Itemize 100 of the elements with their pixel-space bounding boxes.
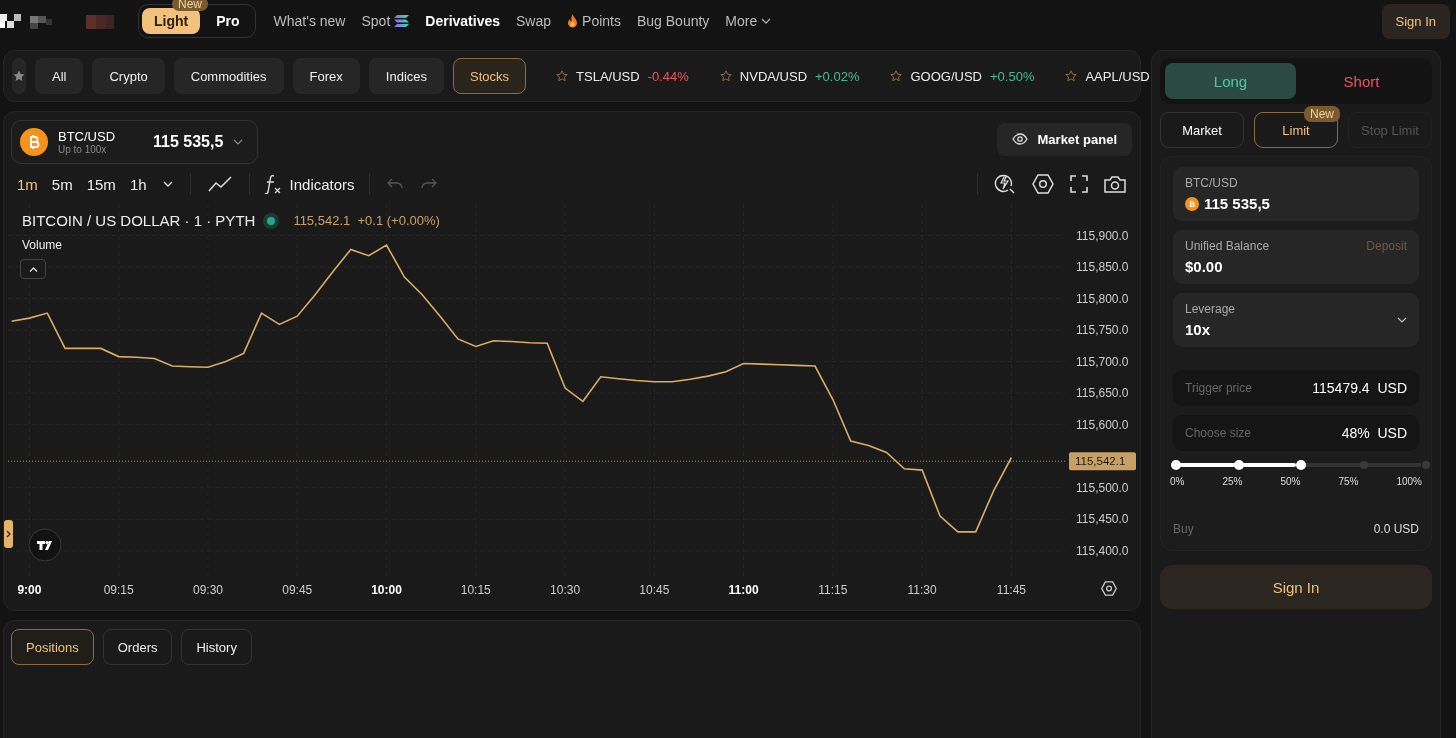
axis-label: 9:00 [17,583,42,597]
slider-mark-label: 25% [1222,476,1243,487]
nav-link[interactable]: Spot [353,13,418,29]
leverage-select[interactable]: Leverage 10x [1173,293,1419,347]
volume-label: Volume [22,238,63,252]
slider-mark-label: 50% [1280,476,1301,487]
chevron-icon [233,139,244,145]
balance-value: $0.00 [1185,258,1224,275]
axis-label: 115,450.0 [1076,512,1129,527]
axis-label: 115,650.0 [1076,386,1129,401]
axis-label: 10:45 [639,583,670,597]
panel-tab[interactable]: Positions [11,629,94,665]
pair-selector[interactable]: BTC/USD Up to 100x 115 535,5 [11,120,259,164]
bitcoin-icon [1185,196,1199,211]
axis-label: 09:30 [192,583,223,597]
axis-label: 115,700.0 [1076,354,1129,369]
category-chip[interactable]: All [35,58,84,94]
function-icon [263,174,282,194]
slider-mark-label: 0% [1170,476,1185,487]
category-chip[interactable]: Crypto [92,58,165,94]
size-field[interactable]: Choose size 48% USD [1173,415,1419,451]
slider-stop[interactable] [1422,461,1430,469]
nav-link[interactable]: What's new [265,13,354,29]
sign-in-button[interactable]: Sign In [1160,565,1432,609]
interval-button[interactable]: 1m [12,175,43,193]
new-badge: New [172,0,208,11]
axis-label: 09:45 [282,583,313,597]
interval-button[interactable]: 1h [124,175,152,193]
chevron-icon [761,18,772,24]
star-icon[interactable] [890,70,903,82]
star-icon[interactable] [556,70,569,82]
mode-option[interactable]: Light [142,8,201,34]
collapse-button[interactable] [20,259,46,279]
settings-icon[interactable] [1032,174,1054,194]
axis-label: 10:15 [460,583,491,597]
pair-field: BTC/USD 115 535,5 [1173,167,1419,221]
star-icon[interactable] [719,70,732,82]
sign-in-button[interactable]: Sign In [1381,3,1450,39]
ticker-symbol[interactable]: GOOG/USD [910,68,982,84]
favorites-button[interactable] [12,58,26,94]
trigger-price-field[interactable]: Trigger price 115479.4 USD [1173,370,1419,406]
axis-label: 115,850.0 [1076,260,1129,275]
lightning-search-icon[interactable] [994,173,1016,195]
slider-stop[interactable] [1233,460,1244,470]
chart-logo-icon[interactable] [28,528,62,562]
buy-amount: 0.0 USD [1373,522,1419,536]
axis-label: 09:15 [103,583,134,597]
category-chip[interactable]: Indices [368,58,445,94]
category-chip[interactable]: Forex [292,58,360,94]
mode-option[interactable]: Pro [204,8,252,34]
slider-mark-label: 100% [1396,476,1422,487]
slider-stop[interactable] [1296,460,1306,470]
pair-price: 115 535,5 [1204,195,1270,212]
expand-tab-icon[interactable] [4,520,13,548]
buy-label: Buy [1173,522,1194,536]
ticker-symbol[interactable]: AAPL/USD [1085,68,1150,84]
side-tab[interactable]: Long [1165,63,1296,99]
ticker-change: +0.50% [990,68,1035,84]
nav-link[interactable]: Points [559,13,629,29]
market-panel-button[interactable]: Market panel [996,122,1132,156]
interval-button[interactable]: 5m [46,175,78,193]
panel-tab[interactable]: History [181,629,252,665]
field-label: Unified Balance [1185,239,1270,253]
axis-label: 10:00 [371,583,402,597]
caret-icon [28,266,38,272]
line-chart-icon[interactable] [207,176,232,192]
axis-label: 115,800.0 [1076,291,1129,306]
chart-title: BITCOIN / US DOLLAR · 1 · PYTH [22,212,256,229]
price-quote: 115,542.1 +0.1 (+0.00%) [293,213,440,228]
order-type-tab[interactable]: Market [1160,112,1244,148]
axis-label: 115,600.0 [1076,417,1129,432]
nav-link[interactable]: Swap [508,13,560,29]
axis-label: 11:15 [818,583,848,597]
fullscreen-icon[interactable] [1070,175,1088,193]
nav-link[interactable]: Bug Bounty [628,13,718,29]
axis-label: 115,900.0 [1076,228,1129,243]
panel-tab[interactable]: Orders [102,629,173,665]
category-chip[interactable]: Commodities [173,58,284,94]
star-icon[interactable] [1065,70,1078,82]
settings-icon[interactable] [1101,581,1117,596]
slider-stop[interactable] [1359,461,1368,469]
nav-link[interactable]: More [717,13,780,29]
category-chip[interactable]: Stocks [453,58,527,94]
axis-label: 115,750.0 [1076,323,1129,338]
axis-label: 11:45 [996,583,1026,597]
nav-link[interactable]: Derivatives [417,13,508,29]
axis-label: 11:30 [907,583,937,597]
ticker-change: +0.02% [815,68,860,84]
slider-mark-label: 75% [1338,476,1359,487]
interval-button[interactable]: 15m [81,175,121,193]
status-dot [267,216,276,225]
chevron-icon[interactable] [162,181,173,187]
ticker-symbol[interactable]: TSLA/USD [576,68,640,84]
star-icon [13,70,25,82]
indicators-button[interactable]: Indicators [259,174,359,194]
camera-icon[interactable] [1104,175,1126,193]
ticker-symbol[interactable]: NVDA/USD [739,68,808,84]
slider-stop[interactable] [1171,460,1181,470]
side-tab[interactable]: Short [1296,63,1427,99]
axis-label: 10:30 [550,583,581,597]
